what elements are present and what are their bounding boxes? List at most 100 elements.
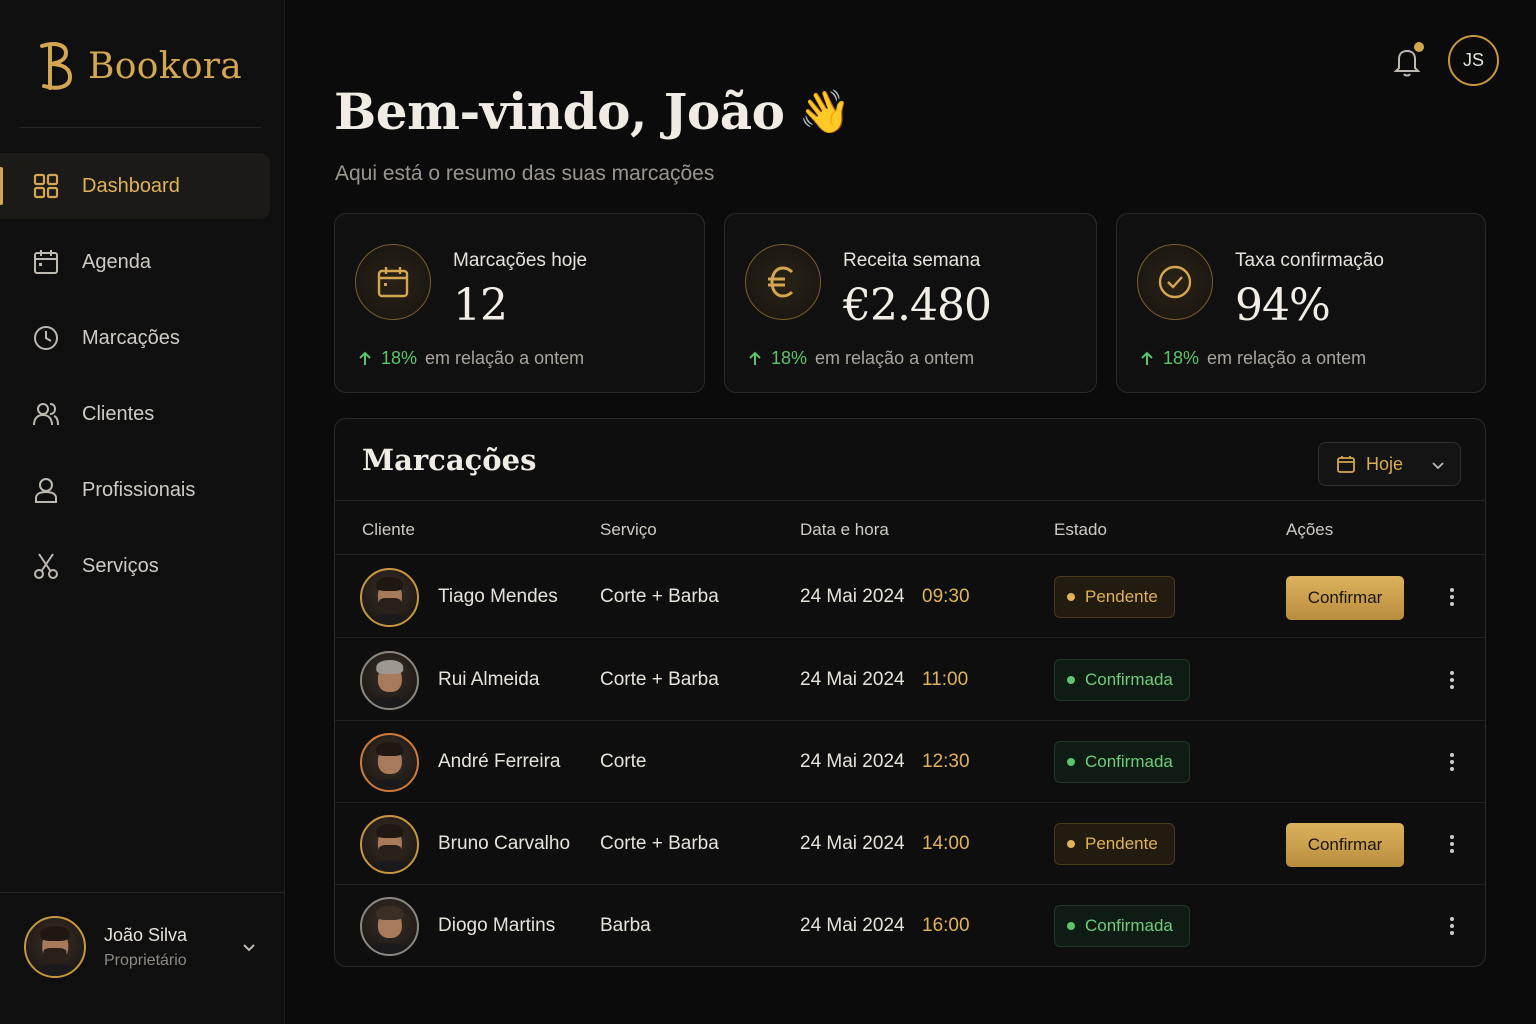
more-options-icon[interactable]: [1440, 750, 1464, 774]
confirm-button[interactable]: Confirmar: [1286, 576, 1404, 620]
more-options-icon[interactable]: [1440, 832, 1464, 856]
table-row[interactable]: André Ferreira Corte 24 Mai 2024 12:30 C…: [335, 721, 1485, 803]
date-filter-dropdown[interactable]: Hoje: [1318, 442, 1461, 486]
status-badge: Pendente: [1054, 576, 1175, 618]
notification-dot: [1414, 42, 1424, 52]
sidebar-item-label: Profissionais: [82, 478, 196, 501]
table-row[interactable]: Rui Almeida Corte + Barba 24 Mai 2024 11…: [335, 639, 1485, 721]
status-label: Confirmada: [1085, 752, 1173, 771]
stat-label: Marcações hoje: [453, 250, 588, 271]
client-cell: Rui Almeida: [360, 639, 539, 721]
sidebar-item-agenda[interactable]: Agenda: [0, 229, 270, 295]
stat-change-text: em relação a ontem: [815, 348, 975, 368]
avatar: [360, 732, 419, 792]
sidebar-nav: Dashboard Agenda Marcações Clientes Prof…: [0, 153, 285, 609]
sidebar-item-marcacoes[interactable]: Marcações: [0, 305, 270, 371]
sidebar: Bookora Dashboard Agenda Marcações Clien…: [0, 0, 285, 1024]
stat-label: Taxa confirmação: [1235, 250, 1384, 271]
users-icon: [32, 400, 60, 428]
client-name: Rui Almeida: [438, 669, 540, 690]
more-options-icon[interactable]: [1440, 585, 1464, 609]
sidebar-item-label: Agenda: [82, 250, 151, 273]
stat-label: Receita semana: [843, 250, 981, 271]
service-cell: Barba: [600, 915, 651, 936]
status-dot: [1067, 676, 1075, 684]
status-dot: [1067, 593, 1075, 601]
status-label: Confirmada: [1085, 670, 1173, 689]
status-dot: [1067, 922, 1075, 930]
service-cell: Corte + Barba: [600, 833, 719, 854]
arrow-up-icon: [749, 351, 761, 365]
client-name: Tiago Mendes: [438, 586, 558, 607]
user-info: João Silva Proprietário: [104, 925, 187, 970]
sidebar-item-label: Serviços: [82, 554, 159, 577]
status-dot: [1067, 840, 1075, 848]
stat-change: 18% em relação a ontem: [747, 348, 974, 369]
stat-change-percent: 18%: [381, 348, 418, 368]
status-label: Confirmada: [1085, 916, 1173, 935]
time-cell: 14:00: [922, 833, 970, 854]
arrow-up-icon: [359, 351, 371, 365]
more-options-icon[interactable]: [1440, 668, 1464, 692]
euro-icon: [745, 244, 821, 320]
date-cell: 24 Mai 2024: [800, 586, 905, 607]
status-label: Pendente: [1085, 587, 1158, 606]
stat-value: €2.480: [843, 280, 992, 331]
user-menu[interactable]: João Silva Proprietário: [24, 916, 264, 978]
sidebar-item-profissionais[interactable]: Profissionais: [0, 457, 270, 523]
calendar-icon: [32, 248, 60, 276]
sidebar-item-clientes[interactable]: Clientes: [0, 381, 270, 447]
stat-value: 12: [453, 280, 508, 331]
column-header-datetime: Data e hora: [800, 520, 889, 539]
table-row[interactable]: Bruno Carvalho Corte + Barba 24 Mai 2024…: [335, 803, 1485, 885]
chevron-down-icon[interactable]: [240, 938, 258, 956]
appointments-title: Marcações: [362, 443, 537, 477]
avatar: [360, 814, 419, 874]
sidebar-item-servicos[interactable]: Serviços: [0, 533, 270, 599]
avatar: [360, 650, 419, 710]
sidebar-divider: [20, 127, 261, 128]
sidebar-item-dashboard[interactable]: Dashboard: [0, 153, 270, 219]
service-cell: Corte: [600, 751, 647, 772]
client-cell: Tiago Mendes: [360, 556, 558, 638]
status-badge: Confirmada: [1054, 741, 1190, 783]
client-cell: André Ferreira: [360, 721, 561, 803]
profile-avatar[interactable]: JS: [1448, 35, 1499, 86]
table-row[interactable]: Tiago Mendes Corte + Barba 24 Mai 2024 0…: [335, 556, 1485, 638]
sidebar-item-label: Dashboard: [82, 174, 180, 197]
date-cell: 24 Mai 2024: [800, 915, 905, 936]
status-badge: Confirmada: [1054, 905, 1190, 947]
time-cell: 09:30: [922, 586, 970, 607]
column-header-actions: Ações: [1286, 520, 1334, 539]
user-role: Proprietário: [104, 951, 187, 969]
client-name: Bruno Carvalho: [438, 833, 571, 854]
arrow-up-icon: [1141, 351, 1153, 365]
stat-change-text: em relação a ontem: [1207, 348, 1367, 368]
column-header-client: Cliente: [362, 520, 415, 539]
status-badge: Pendente: [1054, 823, 1175, 865]
stat-change-percent: 18%: [771, 348, 808, 368]
avatar: [360, 896, 419, 956]
stat-value: 94%: [1235, 280, 1331, 331]
page-subtitle: Aqui está o resumo das suas marcações: [335, 162, 715, 185]
service-cell: Corte + Barba: [600, 669, 719, 690]
brand-name: Bookora: [88, 45, 243, 87]
date-cell: 24 Mai 2024: [800, 751, 905, 772]
client-name: André Ferreira: [438, 751, 561, 772]
user-name: João Silva: [104, 924, 188, 945]
avatar: [360, 567, 419, 627]
more-options-icon[interactable]: [1440, 914, 1464, 938]
chevron-down-icon: [1432, 462, 1444, 470]
table-header: Cliente Serviço Data e hora Estado Ações: [335, 500, 1485, 555]
confirm-button[interactable]: Confirmar: [1286, 823, 1404, 867]
stat-card-bookings: Marcações hoje 12 18% em relação a ontem: [334, 213, 705, 393]
column-header-status: Estado: [1054, 520, 1107, 539]
user-icon: [32, 476, 60, 504]
brand-logo[interactable]: Bookora: [36, 40, 242, 92]
status-dot: [1067, 758, 1075, 766]
page-title: Bem-vindo, João 👋: [334, 82, 851, 141]
calendar-icon: [1337, 456, 1355, 473]
client-cell: Bruno Carvalho: [360, 803, 570, 885]
stat-card-confirmation-rate: Taxa confirmação 94% 18% em relação a on…: [1116, 213, 1486, 393]
table-row[interactable]: Diogo Martins Barba 24 Mai 2024 16:00 Co…: [335, 885, 1485, 966]
